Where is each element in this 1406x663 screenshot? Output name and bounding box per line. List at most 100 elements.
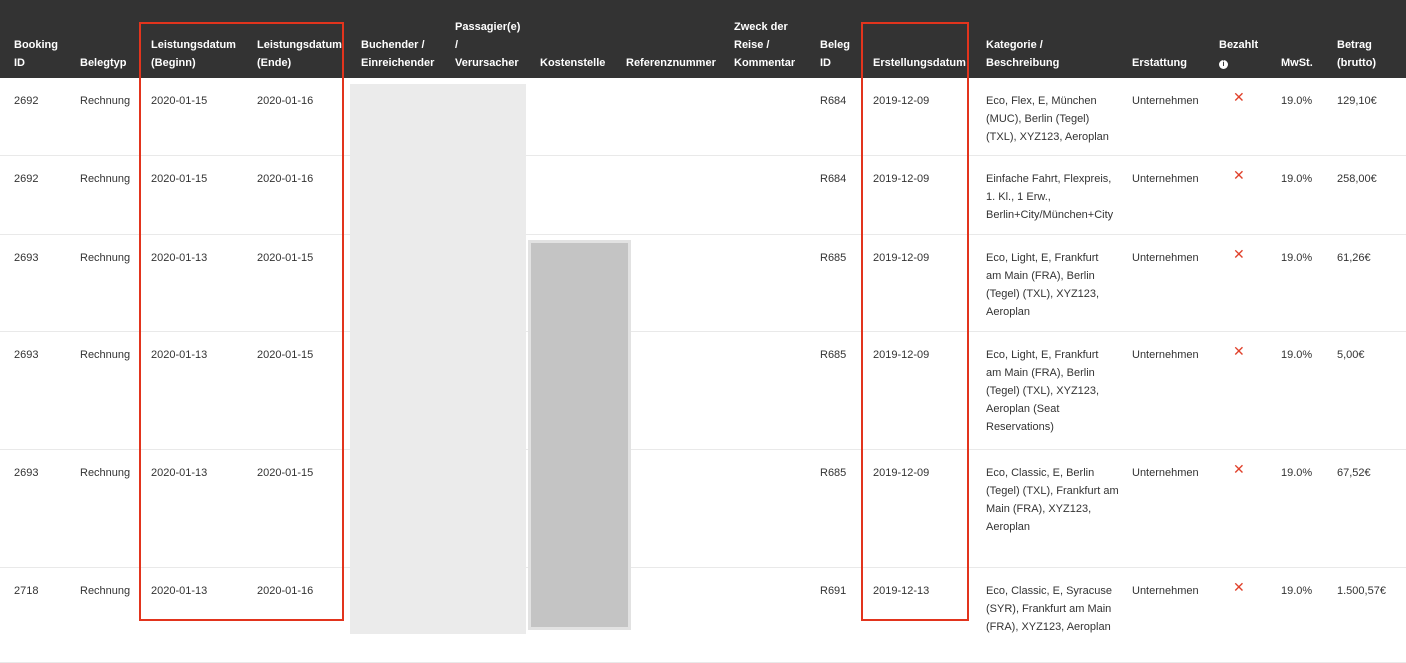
column-header-leist-ende[interactable]: Leistungsdatum (Ende): [257, 0, 342, 78]
cell-kategorie: Eco, Classic, E, Berlin (Tegel) (TXL), F…: [986, 467, 1119, 533]
cell-booking-id: 2692: [14, 95, 39, 107]
cell-belegtyp: Rechnung: [80, 95, 131, 107]
cell-erstattung: Unternehmen: [1132, 173, 1199, 185]
cell-beleg-id: R685: [820, 252, 847, 264]
cell-booking-id: 2693: [14, 467, 39, 479]
column-header-label: Kategorie / Beschreibung: [986, 39, 1060, 69]
cell-betrag: 129,10€: [1337, 95, 1377, 107]
cell-erstattung: Unternehmen: [1132, 252, 1199, 264]
cell-belegtyp: Rechnung: [80, 467, 131, 479]
column-header-label: Leistungsdatum (Ende): [257, 39, 342, 69]
cell-mwst: 19.0%: [1281, 173, 1313, 185]
not-paid-icon: ✕: [1233, 167, 1245, 183]
cell-erstellung: 2019-12-09: [873, 467, 930, 479]
cell-booking-id: 2692: [14, 173, 39, 185]
cell-mwst: 19.0%: [1281, 467, 1313, 479]
cell-leist-ende: 2020-01-15: [257, 349, 314, 361]
table-header: Booking ID Belegtyp Leistungsdatum (Beginn…: [0, 0, 1406, 78]
column-header-erstellung[interactable]: Erstellungsdatum: [873, 0, 966, 78]
cell-kategorie: Eco, Light, E, Frankfurt am Main (FRA), …: [986, 252, 1100, 318]
column-header-buchender[interactable]: Buchender / Einreichender: [361, 0, 434, 78]
cell-erstellung: 2019-12-09: [873, 252, 930, 264]
expense-table: Booking ID Belegtyp Leistungsdatum (Beginn…: [0, 0, 1406, 663]
column-header-erstattung[interactable]: Erstattung: [1132, 0, 1187, 78]
cell-betrag: 67,52€: [1337, 467, 1371, 479]
cell-kategorie: Einfache Fahrt, Flexpreis, 1. Kl., 1 Erw…: [986, 173, 1114, 221]
column-header-label: Belegtyp: [80, 57, 127, 69]
cell-beleg-id: R684: [820, 95, 847, 107]
cell-mwst: 19.0%: [1281, 252, 1313, 264]
cell-leist-ende: 2020-01-15: [257, 467, 314, 479]
cell-leist-beginn: 2020-01-13: [151, 467, 208, 479]
cell-mwst: 19.0%: [1281, 585, 1313, 597]
cell-beleg-id: R685: [820, 349, 847, 361]
cell-erstattung: Unternehmen: [1132, 95, 1199, 107]
column-header-betrag[interactable]: Betrag (brutto): [1337, 0, 1376, 78]
cell-kategorie: Eco, Light, E, Frankfurt am Main (FRA), …: [986, 349, 1100, 433]
cell-erstattung: Unternehmen: [1132, 349, 1199, 361]
cell-booking-id: 2718: [14, 585, 39, 597]
table-row[interactable]: 2718 Rechnung 2020-01-13 2020-01-16 R691 2019…: [0, 568, 1406, 663]
table-row[interactable]: 2692 Rechnung 2020-01-15 2020-01-16 R684 2019…: [0, 78, 1406, 156]
not-paid-icon: ✕: [1233, 579, 1245, 595]
cell-mwst: 19.0%: [1281, 349, 1313, 361]
column-header-label: Buchender / Einreichender: [361, 39, 435, 69]
cell-betrag: 258,00€: [1337, 173, 1377, 185]
cell-booking-id: 2693: [14, 252, 39, 264]
column-header-beleg-id[interactable]: Beleg ID: [820, 0, 850, 78]
column-header-label: MwSt.: [1281, 57, 1313, 69]
cell-belegtyp: Rechnung: [80, 585, 131, 597]
cell-kategorie: Eco, Classic, E, Syracuse (SYR), Frankfu…: [986, 585, 1112, 633]
column-header-zweck[interactable]: Zweck der Reise / Kommentar: [734, 0, 795, 78]
column-header-kategorie[interactable]: Kategorie / Beschreibung: [986, 0, 1059, 78]
column-header-mwst[interactable]: MwSt.: [1281, 0, 1313, 78]
column-header-leist-beginn[interactable]: Leistungsdatum (Beginn): [151, 0, 236, 78]
cell-kategorie: Eco, Flex, E, München (MUC), Berlin (Teg…: [986, 95, 1109, 143]
cell-belegtyp: Rechnung: [80, 349, 131, 361]
table-row[interactable]: 2693 Rechnung 2020-01-13 2020-01-15 R685 2019…: [0, 450, 1406, 568]
cell-leist-beginn: 2020-01-13: [151, 252, 208, 264]
not-paid-icon: ✕: [1233, 89, 1245, 105]
cell-betrag: 5,00€: [1337, 349, 1365, 361]
cell-erstattung: Unternehmen: [1132, 467, 1199, 479]
table-row[interactable]: 2692 Rechnung 2020-01-15 2020-01-16 R684 2019…: [0, 156, 1406, 235]
cell-leist-beginn: 2020-01-15: [151, 173, 208, 185]
column-header-referenz[interactable]: Referenznummer: [626, 0, 716, 78]
cell-belegtyp: Rechnung: [80, 252, 131, 264]
column-header-passagier[interactable]: Passagier(e) / Verursacher: [455, 0, 520, 78]
column-header-label: Booking ID: [14, 39, 58, 69]
redacted-area-cost-center: [528, 240, 631, 630]
cell-leist-ende: 2020-01-16: [257, 173, 314, 185]
column-header-belegtyp[interactable]: Belegtyp: [80, 0, 126, 78]
cell-leist-beginn: 2020-01-15: [151, 95, 208, 107]
info-circle-icon[interactable]: i: [1219, 60, 1228, 69]
cell-leist-beginn: 2020-01-13: [151, 585, 208, 597]
column-header-label: Referenznummer: [626, 57, 716, 69]
not-paid-icon: ✕: [1233, 461, 1245, 477]
cell-betrag: 1.500,57€: [1337, 585, 1386, 597]
cell-erstellung: 2019-12-09: [873, 173, 930, 185]
column-header-label: Erstellungsdatum: [873, 57, 966, 69]
cell-erstattung: Unternehmen: [1132, 585, 1199, 597]
table-row[interactable]: 2693 Rechnung 2020-01-13 2020-01-15 R685 2019…: [0, 332, 1406, 450]
column-header-label: Bezahlt: [1219, 39, 1259, 51]
redacted-area: [350, 84, 526, 634]
column-header-label: Betrag (brutto): [1337, 39, 1377, 69]
cell-leist-ende: 2020-01-16: [257, 585, 314, 597]
cell-mwst: 19.0%: [1281, 95, 1313, 107]
table-body: 2692 Rechnung 2020-01-15 2020-01-16 R684 2019…: [0, 78, 1406, 663]
column-header-bezahlt[interactable]: Bezahlt i: [1219, 0, 1258, 78]
cell-leist-beginn: 2020-01-13: [151, 349, 208, 361]
cell-leist-ende: 2020-01-16: [257, 95, 314, 107]
column-header-kostenstelle[interactable]: Kostenstelle: [540, 0, 605, 78]
column-header-label: Leistungsdatum (Beginn): [151, 39, 236, 69]
column-header-label: Erstattung: [1132, 57, 1187, 69]
column-header-booking-id[interactable]: Booking ID: [14, 0, 58, 78]
not-paid-icon: ✕: [1233, 246, 1245, 262]
column-header-label: Beleg ID: [820, 39, 850, 69]
cell-erstellung: 2019-12-13: [873, 585, 930, 597]
cell-betrag: 61,26€: [1337, 252, 1371, 264]
cell-belegtyp: Rechnung: [80, 173, 131, 185]
table-row[interactable]: 2693 Rechnung 2020-01-13 2020-01-15 R685 2019…: [0, 235, 1406, 332]
column-header-label: Kostenstelle: [540, 57, 606, 69]
